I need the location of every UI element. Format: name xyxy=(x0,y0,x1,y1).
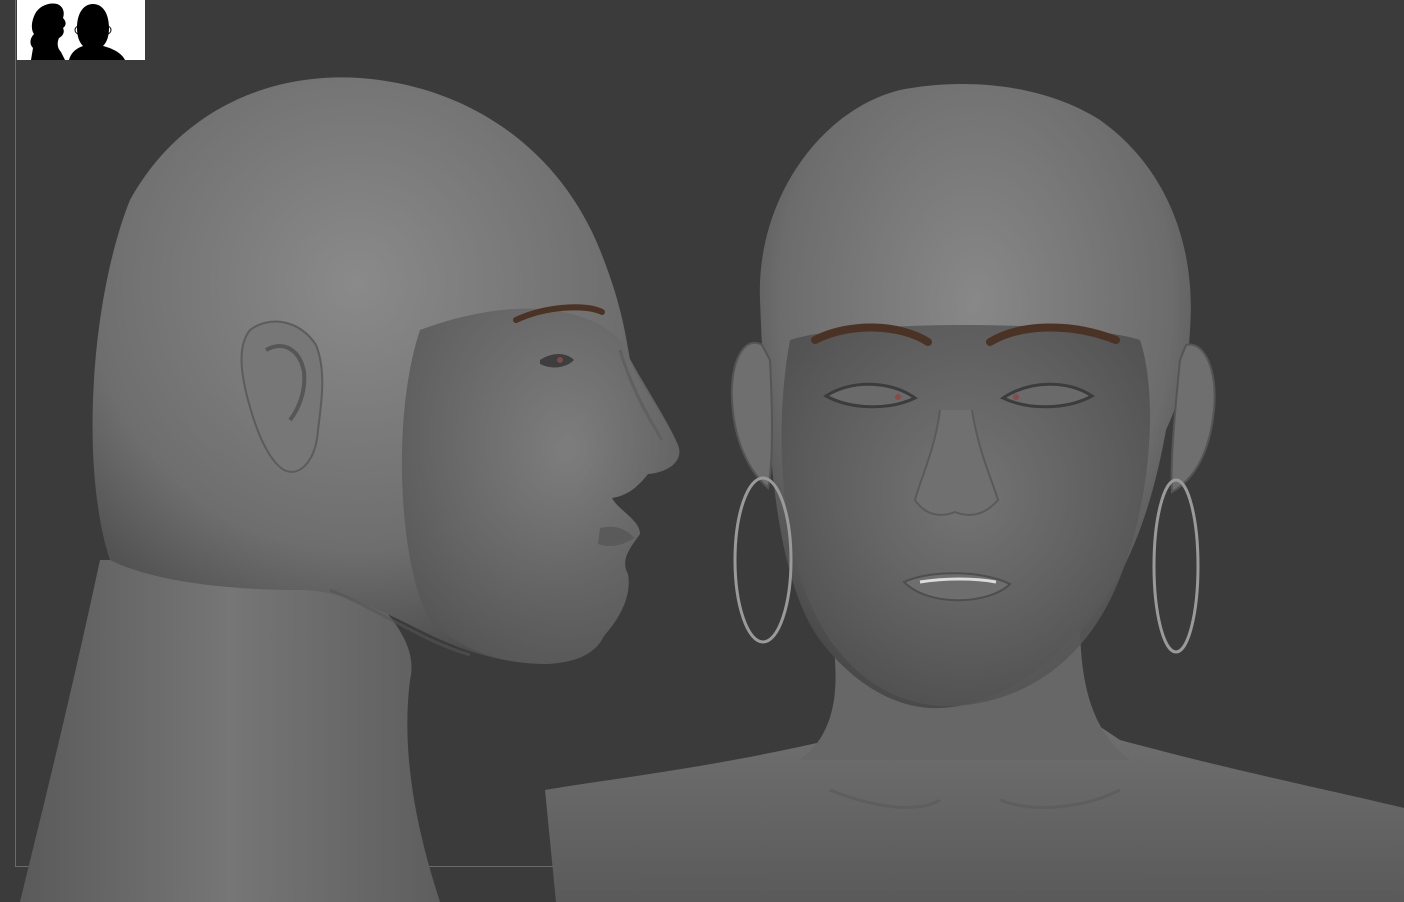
front-head xyxy=(545,83,1404,902)
sculpt-render xyxy=(20,77,1404,902)
front-earring-left xyxy=(733,476,793,644)
profile-head xyxy=(20,77,680,902)
front-ear-left xyxy=(730,342,773,490)
sculpt-viewport[interactable] xyxy=(0,0,1404,902)
front-earring-right xyxy=(1152,478,1200,654)
